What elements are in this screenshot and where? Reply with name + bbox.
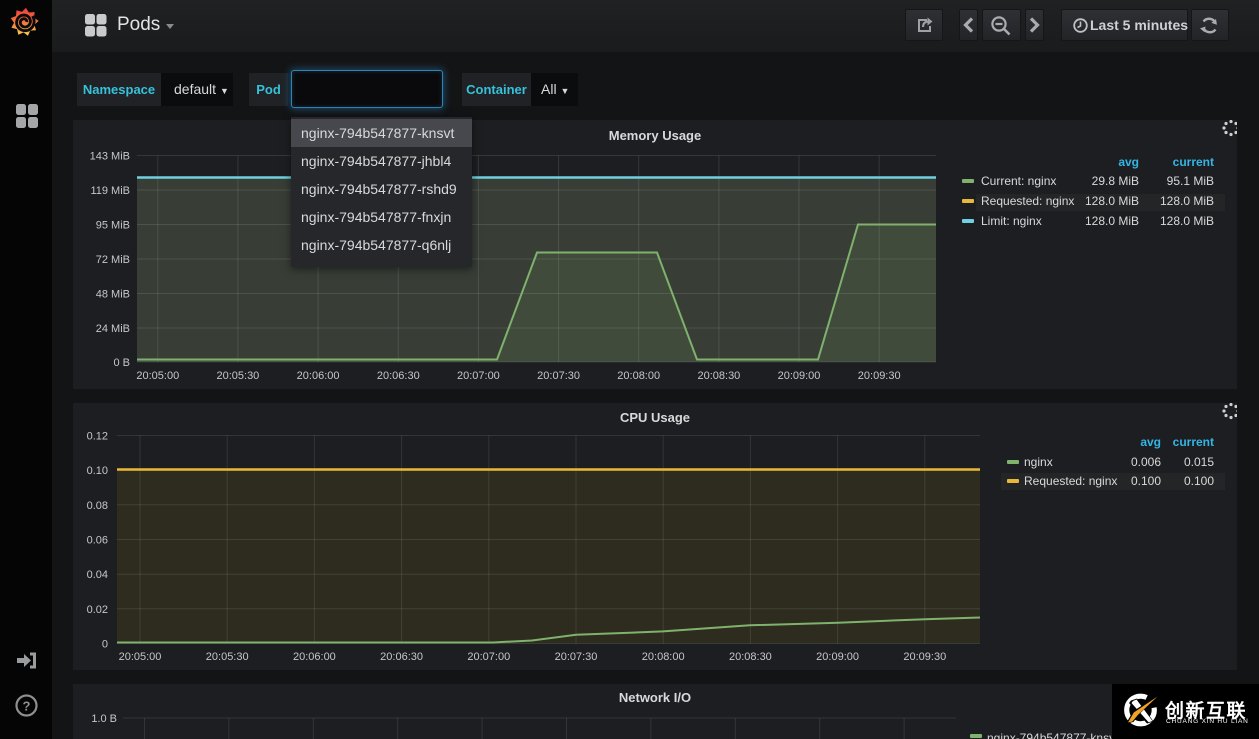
svg-text:20:07:30: 20:07:30 — [555, 651, 598, 663]
svg-text:20:08:00: 20:08:00 — [642, 651, 685, 663]
svg-text:20:09:00: 20:09:00 — [816, 651, 859, 663]
svg-text:0.02: 0.02 — [87, 604, 108, 616]
svg-text:?: ? — [23, 699, 31, 714]
svg-text:24 MiB: 24 MiB — [96, 323, 130, 335]
svg-text:143 MiB: 143 MiB — [90, 151, 130, 163]
svg-text:20:09:30: 20:09:30 — [858, 370, 901, 382]
svg-text:20:07:00: 20:07:00 — [467, 651, 510, 663]
svg-text:20:08:30: 20:08:30 — [729, 651, 772, 663]
svg-text:1.0 B: 1.0 B — [91, 713, 117, 725]
svg-text:0 B: 0 B — [113, 357, 130, 369]
svg-text:20:09:30: 20:09:30 — [903, 651, 946, 663]
svg-text:20:05:30: 20:05:30 — [206, 651, 249, 663]
svg-text:0.10: 0.10 — [87, 465, 108, 477]
svg-text:0.06: 0.06 — [87, 535, 108, 547]
svg-text:nginx-794b547877-knsvt: nginx-794b547877-knsvt — [987, 731, 1119, 739]
svg-text:20:07:00: 20:07:00 — [457, 370, 500, 382]
svg-text:95 MiB: 95 MiB — [96, 220, 130, 232]
svg-text:48 MiB: 48 MiB — [96, 289, 130, 301]
svg-text:20:06:30: 20:06:30 — [377, 370, 420, 382]
svg-text:119 MiB: 119 MiB — [90, 185, 130, 197]
svg-text:0.12: 0.12 — [87, 431, 108, 443]
svg-text:72 MiB: 72 MiB — [96, 254, 130, 266]
svg-text:20:07:30: 20:07:30 — [537, 370, 580, 382]
svg-text:0: 0 — [102, 639, 108, 651]
svg-text:20:06:00: 20:06:00 — [297, 370, 340, 382]
svg-text:20:09:00: 20:09:00 — [778, 370, 821, 382]
svg-text:20:06:00: 20:06:00 — [293, 651, 336, 663]
svg-text:0.08: 0.08 — [87, 500, 108, 512]
svg-text:20:06:30: 20:06:30 — [380, 651, 423, 663]
svg-text:20:08:30: 20:08:30 — [697, 370, 740, 382]
svg-text:0.04: 0.04 — [87, 569, 108, 581]
svg-text:20:05:00: 20:05:00 — [136, 370, 179, 382]
svg-text:20:05:00: 20:05:00 — [119, 651, 162, 663]
svg-text:20:08:00: 20:08:00 — [617, 370, 660, 382]
svg-text:20:05:30: 20:05:30 — [216, 370, 259, 382]
